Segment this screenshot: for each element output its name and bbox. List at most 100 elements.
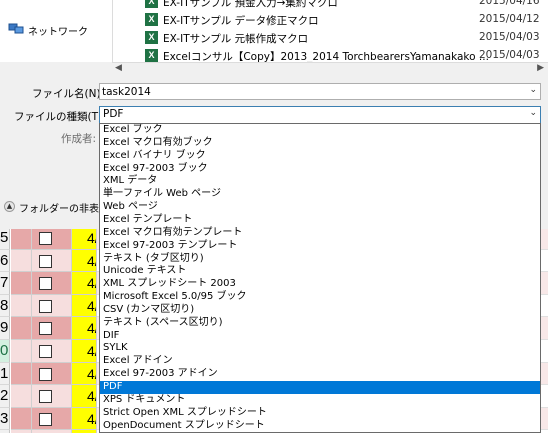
horizontal-scrollbar[interactable]: ◀ ▶: [112, 62, 548, 77]
filetype-option[interactable]: DIF: [100, 330, 540, 343]
filetype-option[interactable]: Microsoft Excel 5.0/95 ブック: [100, 291, 540, 304]
checkbox-icon[interactable]: [39, 412, 52, 426]
filetype-option[interactable]: XML スプレッドシート 2003: [100, 278, 540, 291]
cell[interactable]: [11, 229, 32, 250]
filetype-option[interactable]: Strict Open XML スプレッドシート: [100, 407, 540, 420]
chevron-down-icon[interactable]: ⌄: [529, 108, 537, 118]
file-list: X EX-ITサンプル 預金入力→集約マクロ 2015/04/16 X EX-ITサンプ…: [113, 0, 548, 62]
filetype-option[interactable]: SYLK: [100, 342, 540, 355]
filename-input[interactable]: [102, 84, 522, 99]
cell[interactable]: [11, 407, 32, 431]
file-date: 2015/04/03: [479, 49, 540, 61]
date-cell[interactable]: 4/: [72, 407, 97, 431]
checkbox-icon[interactable]: [39, 277, 52, 291]
file-date: 2015/04/12: [479, 13, 540, 25]
row-header[interactable]: 6: [0, 249, 10, 273]
filetype-option[interactable]: OpenDocument スプレッドシート: [100, 420, 540, 432]
checkbox-cell[interactable]: [32, 272, 72, 295]
date-cell[interactable]: 4/: [72, 362, 97, 386]
filetype-option[interactable]: Excel テンプレート: [100, 214, 540, 227]
row-header[interactable]: 5: [0, 229, 10, 250]
filetype-option[interactable]: XML データ: [100, 175, 540, 188]
filetype-option[interactable]: Excel 97-2003 テンプレート: [100, 240, 540, 253]
filetype-select[interactable]: PDF ⌄: [99, 106, 541, 124]
date-cell[interactable]: 4/: [72, 249, 97, 273]
filetype-option[interactable]: テキスト (スペース区切り): [100, 317, 540, 330]
filetype-option[interactable]: Excel アドイン: [100, 355, 540, 368]
filetype-option[interactable]: Excel ブック: [100, 124, 540, 137]
navigation-pane: ネットワーク: [0, 0, 113, 62]
file-row[interactable]: X Excelコンサル【Copy】2013_2014 TorchbearersYa…: [113, 47, 548, 62]
checkbox-cell[interactable]: [32, 229, 72, 250]
row-header[interactable]: 0: [0, 340, 10, 363]
cell[interactable]: [11, 340, 32, 363]
file-name: EX-ITサンプル 元帳作成マクロ: [163, 33, 309, 45]
network-icon: [8, 23, 24, 34]
cell[interactable]: [11, 272, 32, 295]
filetype-option[interactable]: CSV (カンマ区切り): [100, 304, 540, 317]
filetype-option[interactable]: Unicode テキスト: [100, 265, 540, 278]
cell[interactable]: [11, 249, 32, 273]
row-header[interactable]: 7: [0, 272, 10, 295]
checkbox-cell[interactable]: [32, 294, 72, 318]
cell[interactable]: [11, 294, 32, 318]
checkbox-icon[interactable]: [39, 232, 52, 245]
filetype-option[interactable]: 単一ファイル Web ページ: [100, 188, 540, 201]
date-cell[interactable]: 4/: [72, 294, 97, 318]
date-cell[interactable]: 4/: [72, 272, 97, 295]
checkbox-cell[interactable]: [32, 249, 72, 273]
file-row[interactable]: X EX-ITサンプル データ修正マクロ 2015/04/12: [113, 11, 548, 29]
checkbox-icon[interactable]: [39, 299, 52, 313]
chevron-down-icon[interactable]: ⌄: [529, 85, 537, 95]
date-cell[interactable]: 4/: [72, 340, 97, 363]
nav-item-network-label: ネットワーク: [28, 27, 88, 38]
row-header[interactable]: 9: [0, 317, 10, 340]
filetype-option[interactable]: Excel 97-2003 アドイン: [100, 368, 540, 381]
filetype-dropdown-list[interactable]: Excel ブック Excel マクロ有効ブック Excel バイナリ ブック Exc…: [99, 123, 541, 433]
scroll-right-icon[interactable]: ▶: [537, 63, 544, 73]
cell[interactable]: [11, 362, 32, 386]
filetype-option[interactable]: Web ページ: [100, 201, 540, 214]
chevron-up-icon: ▲: [4, 201, 15, 212]
checkbox-cell[interactable]: [32, 317, 72, 340]
filetype-option[interactable]: Excel マクロ有効ブック: [100, 137, 540, 150]
filetype-option[interactable]: テキスト (タブ区切り): [100, 253, 540, 266]
checkbox-icon[interactable]: [39, 367, 52, 381]
row-header[interactable]: 3: [0, 407, 10, 431]
filetype-option[interactable]: XPS ドキュメント: [100, 394, 540, 407]
file-row[interactable]: X EX-ITサンプル 預金入力→集約マクロ 2015/04/16: [113, 0, 548, 11]
author-label: 作成者:: [61, 133, 97, 145]
row-header[interactable]: 1: [0, 362, 10, 386]
date-cell[interactable]: 4/: [72, 317, 97, 340]
date-cell[interactable]: 4/: [72, 385, 97, 408]
hide-folders-label: フォルダーの非表示: [19, 204, 109, 215]
filename-label: ファイル名(N):: [32, 88, 105, 100]
date-cell[interactable]: 4/: [72, 229, 97, 250]
file-name: EX-ITサンプル 預金入力→集約マクロ: [163, 0, 338, 9]
filetype-option[interactable]: Excel バイナリ ブック: [100, 150, 540, 163]
row-header[interactable]: 2: [0, 385, 10, 408]
filetype-option[interactable]: Excel 97-2003 ブック: [100, 163, 540, 176]
checkbox-icon[interactable]: [39, 345, 52, 358]
checkbox-icon[interactable]: [39, 390, 52, 404]
checkbox-icon[interactable]: [39, 322, 52, 336]
cell[interactable]: [11, 385, 32, 408]
cell[interactable]: [11, 317, 32, 340]
checkbox-icon[interactable]: [39, 254, 52, 268]
file-row[interactable]: X EX-ITサンプル 元帳作成マクロ 2015/04/03: [113, 29, 548, 47]
excel-file-icon: X: [145, 31, 158, 44]
excel-file-icon: X: [145, 0, 158, 8]
filetype-option[interactable]: Excel マクロ有効テンプレート: [100, 227, 540, 240]
checkbox-cell[interactable]: [32, 407, 72, 431]
file-name: Excelコンサル【Copy】2013_2014 TorchbearersYam…: [163, 51, 489, 62]
excel-file-icon: X: [145, 13, 158, 26]
checkbox-cell[interactable]: [32, 385, 72, 408]
checkbox-cell[interactable]: [32, 340, 72, 363]
row-header[interactable]: 8: [0, 294, 10, 318]
filename-input-box[interactable]: ⌄: [99, 83, 541, 100]
checkbox-cell[interactable]: [32, 362, 72, 386]
file-date: 2015/04/03: [479, 31, 540, 43]
scroll-left-icon[interactable]: ◀: [115, 63, 122, 73]
filetype-option[interactable]: PDF: [100, 381, 540, 394]
file-date: 2015/04/16: [479, 0, 540, 7]
